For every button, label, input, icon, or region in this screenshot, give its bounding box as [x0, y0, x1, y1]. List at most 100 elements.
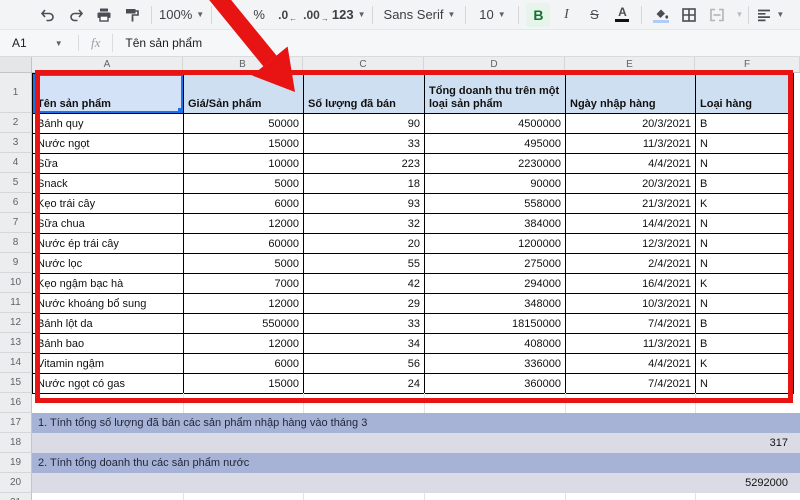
cell-A12[interactable]: Bánh lột da — [33, 314, 184, 334]
cell-A4[interactable]: Sữa — [33, 154, 184, 174]
row-header[interactable]: 14 — [0, 353, 32, 373]
cell-C4[interactable]: 223 — [304, 154, 425, 174]
cell-D10[interactable]: 294000 — [425, 274, 566, 294]
bold-button[interactable]: B — [526, 3, 550, 27]
cell-A6[interactable]: Kẹo trái cây — [33, 194, 184, 214]
answer-1-cell[interactable]: 317 — [32, 433, 800, 453]
cell-B3[interactable]: 15000 — [184, 134, 304, 154]
zoom-select[interactable]: 100%▼ — [159, 3, 204, 27]
cell-F12[interactable]: B — [696, 314, 794, 334]
cell-A14[interactable]: Vitamin ngậm — [33, 354, 184, 374]
cell-C11[interactable]: 29 — [304, 294, 425, 314]
row-header[interactable]: 21 — [0, 493, 32, 500]
cell-F9[interactable]: N — [696, 254, 794, 274]
cell-F1[interactable]: Loại hàng — [696, 74, 794, 114]
cell-C14[interactable]: 56 — [304, 354, 425, 374]
cell-B10[interactable]: 7000 — [184, 274, 304, 294]
cell-D11[interactable]: 348000 — [425, 294, 566, 314]
row-header[interactable]: 10 — [0, 273, 32, 293]
cell-B15[interactable]: 15000 — [184, 374, 304, 394]
row-header[interactable]: 8 — [0, 233, 32, 253]
question-1-cell[interactable]: 1. Tính tổng số lượng đã bán các sản phẩ… — [32, 413, 800, 433]
cell-E9[interactable]: 2/4/2021 — [566, 254, 696, 274]
cell-E11[interactable]: 10/3/2021 — [566, 294, 696, 314]
cell-A1-selected[interactable]: Tên sản phẩm — [33, 74, 184, 114]
cell-C15[interactable]: 24 — [304, 374, 425, 394]
cell-E5[interactable]: 20/3/2021 — [566, 174, 696, 194]
cell-D15[interactable]: 360000 — [425, 374, 566, 394]
row-header[interactable]: 4 — [0, 153, 32, 173]
row-header[interactable]: 15 — [0, 373, 32, 393]
row-header[interactable]: 20 — [0, 473, 32, 493]
row-header[interactable]: 11 — [0, 293, 32, 313]
row-header[interactable]: 18 — [0, 433, 32, 453]
cell-B2[interactable]: 50000 — [184, 114, 304, 134]
cell-D13[interactable]: 408000 — [425, 334, 566, 354]
horizontal-align-button[interactable]: ▼ — [756, 3, 784, 27]
format-currency-button[interactable]: $ — [219, 3, 243, 27]
cell-C2[interactable]: 90 — [304, 114, 425, 134]
format-percent-button[interactable]: % — [247, 3, 271, 27]
font-select[interactable]: Sans Serif▼ — [380, 3, 458, 27]
text-color-button[interactable]: A — [610, 3, 634, 27]
cell-B6[interactable]: 6000 — [184, 194, 304, 214]
cell-E14[interactable]: 4/4/2021 — [566, 354, 696, 374]
cell-B9[interactable]: 5000 — [184, 254, 304, 274]
row-header[interactable]: 6 — [0, 193, 32, 213]
cell-F3[interactable]: N — [696, 134, 794, 154]
undo-button[interactable] — [36, 3, 60, 27]
cell-C12[interactable]: 33 — [304, 314, 425, 334]
redo-button[interactable] — [64, 3, 88, 27]
cell-A2[interactable]: Bánh quy — [33, 114, 184, 134]
cell-F8[interactable]: N — [696, 234, 794, 254]
cell-D12[interactable]: 18150000 — [425, 314, 566, 334]
cell-B11[interactable]: 12000 — [184, 294, 304, 314]
column-header-f[interactable]: F — [695, 57, 800, 72]
cell-E7[interactable]: 14/4/2021 — [566, 214, 696, 234]
cell-B4[interactable]: 10000 — [184, 154, 304, 174]
cell-B13[interactable]: 12000 — [184, 334, 304, 354]
cell-F13[interactable]: B — [696, 334, 794, 354]
cell-C7[interactable]: 32 — [304, 214, 425, 234]
fill-handle[interactable] — [178, 108, 184, 114]
cell-F2[interactable]: B — [696, 114, 794, 134]
row-header[interactable]: 13 — [0, 333, 32, 353]
strikethrough-button[interactable]: S — [582, 3, 606, 27]
cell-C13[interactable]: 34 — [304, 334, 425, 354]
name-box[interactable]: A1▼ — [0, 36, 78, 50]
fill-color-button[interactable] — [649, 3, 673, 27]
cell-E4[interactable]: 4/4/2021 — [566, 154, 696, 174]
cell-C6[interactable]: 93 — [304, 194, 425, 214]
more-formats-button[interactable]: 123▼ — [332, 3, 366, 27]
cell-D14[interactable]: 336000 — [425, 354, 566, 374]
row-header[interactable]: 9 — [0, 253, 32, 273]
cell-D4[interactable]: 2230000 — [425, 154, 566, 174]
formula-input[interactable]: Tên sản phẩm — [112, 34, 800, 52]
cell-C9[interactable]: 55 — [304, 254, 425, 274]
cell-A11[interactable]: Nước khoáng bổ sung — [33, 294, 184, 314]
cell-E15[interactable]: 7/4/2021 — [566, 374, 696, 394]
cell-E2[interactable]: 20/3/2021 — [566, 114, 696, 134]
cell-B5[interactable]: 5000 — [184, 174, 304, 194]
column-header-c[interactable]: C — [303, 57, 424, 72]
row-header[interactable]: 2 — [0, 113, 32, 133]
cell-A9[interactable]: Nước lọc — [33, 254, 184, 274]
cell-B12[interactable]: 550000 — [184, 314, 304, 334]
cell-D8[interactable]: 1200000 — [425, 234, 566, 254]
cell-A7[interactable]: Sữa chua — [33, 214, 184, 234]
font-size-select[interactable]: 10▼ — [473, 3, 511, 27]
cell-A10[interactable]: Kẹo ngậm bạc hà — [33, 274, 184, 294]
cell-D6[interactable]: 558000 — [425, 194, 566, 214]
cell-B7[interactable]: 12000 — [184, 214, 304, 234]
cell-B1[interactable]: Giá/Sản phẩm — [184, 74, 304, 114]
column-header-d[interactable]: D — [424, 57, 565, 72]
cell-D9[interactable]: 275000 — [425, 254, 566, 274]
cell-D3[interactable]: 495000 — [425, 134, 566, 154]
cell-E6[interactable]: 21/3/2021 — [566, 194, 696, 214]
row-header[interactable]: 1 — [0, 73, 32, 113]
cell-F6[interactable]: K — [696, 194, 794, 214]
row-header[interactable]: 16 — [0, 393, 32, 413]
cell-E10[interactable]: 16/4/2021 — [566, 274, 696, 294]
row-header[interactable]: 17 — [0, 413, 32, 433]
increase-decimal-button[interactable]: .00→ — [303, 3, 328, 27]
